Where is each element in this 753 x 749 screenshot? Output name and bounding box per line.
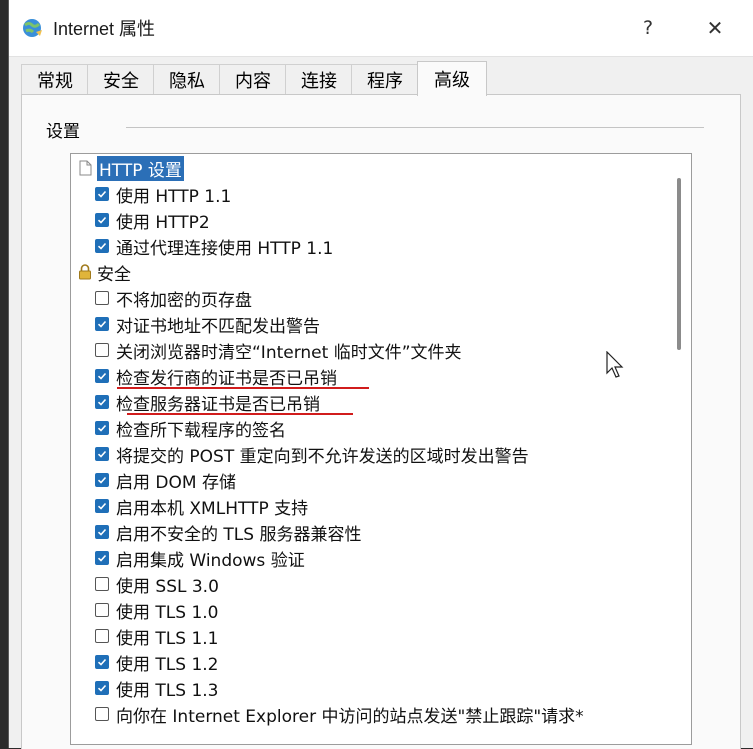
setting-checkbox-row[interactable]: 关闭浏览器时清空“Internet 临时文件”文件夹 bbox=[95, 337, 462, 363]
checkbox-checked[interactable] bbox=[95, 681, 109, 695]
setting-label: 使用 SSL 3.0 bbox=[116, 576, 219, 597]
checkbox-unchecked[interactable] bbox=[95, 343, 109, 357]
group-divider bbox=[126, 127, 704, 128]
setting-label: 不将加密的页存盘 bbox=[116, 290, 252, 311]
setting-checkbox-row[interactable]: 启用本机 XMLHTTP 支持 bbox=[95, 493, 308, 519]
internet-globe-icon bbox=[21, 16, 45, 40]
category-row[interactable]: HTTP 设置 bbox=[77, 155, 184, 181]
checkbox-unchecked[interactable] bbox=[95, 629, 109, 643]
setting-label: 启用 DOM 存储 bbox=[116, 472, 236, 493]
setting-checkbox-row[interactable]: 检查发行商的证书是否已吊销 bbox=[95, 363, 337, 389]
checkbox-unchecked[interactable] bbox=[95, 603, 109, 617]
setting-label: 使用 HTTP 1.1 bbox=[116, 186, 232, 207]
setting-checkbox-row[interactable]: 向你在 Internet Explorer 中访问的站点发送"禁止跟踪"请求* bbox=[95, 701, 584, 727]
checkbox-checked[interactable] bbox=[95, 317, 109, 331]
title-bar: Internet 属性 ? ✕ bbox=[9, 0, 753, 57]
setting-label: 启用集成 Windows 验证 bbox=[116, 550, 305, 571]
checkbox-checked[interactable] bbox=[95, 525, 109, 539]
setting-checkbox-row[interactable]: 检查服务器证书是否已吊销 bbox=[95, 389, 320, 415]
setting-label: 向你在 Internet Explorer 中访问的站点发送"禁止跟踪"请求* bbox=[116, 706, 584, 727]
checkbox-checked[interactable] bbox=[95, 213, 109, 227]
setting-checkbox-row[interactable]: 检查所下载程序的签名 bbox=[95, 415, 286, 441]
checkbox-checked[interactable] bbox=[95, 369, 109, 383]
checkbox-checked[interactable] bbox=[95, 421, 109, 435]
setting-checkbox-row[interactable]: 不将加密的页存盘 bbox=[95, 285, 252, 311]
checkbox-checked[interactable] bbox=[95, 187, 109, 201]
advanced-tab-pane: 设置 HTTP 设置使用 HTTP 1.1 使用 HTTP2 通过代理连接使用 HT… bbox=[21, 94, 741, 749]
mouse-cursor-icon bbox=[606, 350, 624, 383]
checkbox-unchecked[interactable] bbox=[95, 577, 109, 591]
setting-checkbox-row[interactable]: 使用 TLS 1.0 bbox=[95, 597, 219, 623]
setting-label: 使用 TLS 1.2 bbox=[116, 654, 219, 675]
setting-label: 将提交的 POST 重定向到不允许发送的区域时发出警告 bbox=[116, 446, 529, 467]
checkbox-checked[interactable] bbox=[95, 655, 109, 669]
setting-label: 检查发行商的证书是否已吊销 bbox=[116, 368, 337, 389]
setting-label: 关闭浏览器时清空“Internet 临时文件”文件夹 bbox=[116, 342, 462, 363]
tab-general[interactable]: 常规 bbox=[21, 64, 89, 95]
setting-checkbox-row[interactable]: 使用 TLS 1.3 bbox=[95, 675, 219, 701]
setting-label: 对证书地址不匹配发出警告 bbox=[116, 316, 320, 337]
list-scrollbar-thumb[interactable] bbox=[677, 178, 681, 350]
setting-checkbox-row[interactable]: 启用集成 Windows 验证 bbox=[95, 545, 305, 571]
checkbox-checked[interactable] bbox=[95, 551, 109, 565]
setting-checkbox-row[interactable]: 对证书地址不匹配发出警告 bbox=[95, 311, 320, 337]
page-icon bbox=[77, 159, 93, 177]
checkbox-unchecked[interactable] bbox=[95, 291, 109, 305]
tab-connections[interactable]: 连接 bbox=[285, 64, 353, 95]
setting-label: 使用 TLS 1.3 bbox=[116, 680, 219, 701]
setting-label: 启用本机 XMLHTTP 支持 bbox=[116, 498, 309, 519]
setting-checkbox-row[interactable]: 使用 HTTP 1.1 bbox=[95, 181, 231, 207]
setting-label: 检查所下载程序的签名 bbox=[116, 420, 286, 441]
close-icon: ✕ bbox=[706, 16, 724, 40]
setting-checkbox-row[interactable]: 通过代理连接使用 HTTP 1.1 bbox=[95, 233, 333, 259]
setting-label: 启用不安全的 TLS 服务器兼容性 bbox=[116, 524, 362, 545]
setting-label: 使用 TLS 1.0 bbox=[116, 602, 219, 623]
setting-label: 通过代理连接使用 HTTP 1.1 bbox=[116, 238, 334, 259]
lock-icon bbox=[77, 263, 93, 281]
setting-checkbox-row[interactable]: 将提交的 POST 重定向到不允许发送的区域时发出警告 bbox=[95, 441, 529, 467]
internet-properties-window: Internet 属性 ? ✕ 常规 安全 隐私 内容 连接 程序 高级 设置 … bbox=[8, 0, 753, 749]
setting-checkbox-row[interactable]: 启用不安全的 TLS 服务器兼容性 bbox=[95, 519, 361, 545]
checkbox-checked[interactable] bbox=[95, 239, 109, 253]
tab-privacy[interactable]: 隐私 bbox=[153, 64, 221, 95]
tab-content[interactable]: 内容 bbox=[219, 64, 287, 95]
checkbox-unchecked[interactable] bbox=[95, 707, 109, 721]
setting-label: 使用 TLS 1.1 bbox=[116, 628, 219, 649]
close-button[interactable]: ✕ bbox=[693, 8, 737, 48]
setting-label: 使用 HTTP2 bbox=[116, 212, 210, 233]
checkbox-checked[interactable] bbox=[95, 447, 109, 461]
checkbox-checked[interactable] bbox=[95, 499, 109, 513]
help-button[interactable]: ? bbox=[626, 8, 670, 48]
tab-strip: 常规 安全 隐私 内容 连接 程序 高级 bbox=[21, 61, 741, 96]
setting-label: HTTP 设置 bbox=[97, 155, 184, 181]
settings-list[interactable]: HTTP 设置使用 HTTP 1.1 使用 HTTP2 通过代理连接使用 HTTP … bbox=[70, 153, 692, 745]
checkbox-checked[interactable] bbox=[95, 395, 109, 409]
setting-label: 检查服务器证书是否已吊销 bbox=[116, 394, 320, 415]
setting-checkbox-row[interactable]: 启用 DOM 存储 bbox=[95, 467, 236, 493]
tab-advanced[interactable]: 高级 bbox=[417, 61, 487, 96]
setting-checkbox-row[interactable]: 使用 TLS 1.2 bbox=[95, 649, 219, 675]
setting-checkbox-row[interactable]: 使用 HTTP2 bbox=[95, 207, 210, 233]
tab-programs[interactable]: 程序 bbox=[351, 64, 419, 95]
setting-label: 安全 bbox=[97, 264, 131, 285]
setting-checkbox-row[interactable]: 使用 SSL 3.0 bbox=[95, 571, 219, 597]
settings-group-label: 设置 bbox=[46, 122, 80, 142]
tab-security[interactable]: 安全 bbox=[87, 64, 155, 95]
category-row[interactable]: 安全 bbox=[77, 259, 131, 285]
window-title: Internet 属性 bbox=[53, 19, 156, 39]
checkbox-checked[interactable] bbox=[95, 473, 109, 487]
setting-checkbox-row[interactable]: 使用 TLS 1.1 bbox=[95, 623, 219, 649]
